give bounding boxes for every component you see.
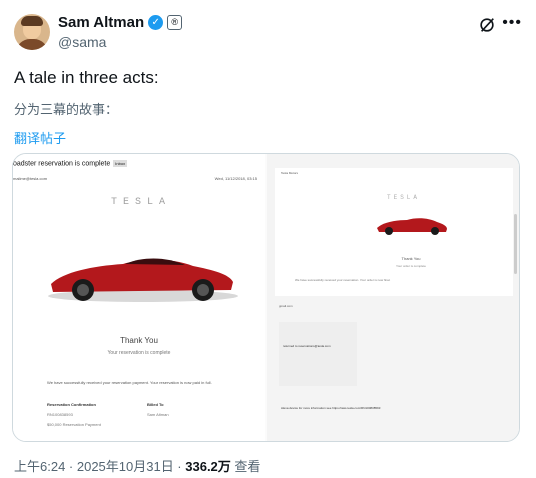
billed-to-name: Sam Altman: [147, 412, 169, 417]
scrollbar: [514, 214, 517, 274]
tesla-logo: TESLA: [387, 194, 421, 201]
reservation-number: RN100838593: [47, 412, 73, 417]
thank-you-heading: Thank You: [401, 256, 421, 261]
tweet-media-image[interactable]: oadster reservation is complete Inbox mai…: [12, 153, 520, 442]
tesla-logo: TESLA: [111, 197, 172, 208]
roadster-car-image: [48, 258, 238, 302]
email-screenshot-left: oadster reservation is complete Inbox mai…: [13, 154, 265, 441]
views-label: 查看: [230, 459, 261, 474]
email-subject: oadster reservation is complete Inbox: [13, 160, 128, 168]
inbox-tag: Inbox: [113, 160, 128, 167]
email-sender: mailme@tesla.com: [13, 176, 48, 181]
post-timestamp[interactable]: 上午6:24 · 2025年10月31日 ·: [14, 459, 185, 474]
email-screenshot-right: Tesla Motors TESLA Thank You Your order …: [267, 154, 519, 441]
more-options-icon[interactable]: •••: [502, 14, 522, 32]
log-line: Alexa device for more information see ht…: [281, 406, 381, 410]
roadster-car-image: [377, 218, 447, 235]
email-sender: Tesla Motors: [281, 171, 299, 175]
email-meta: gmail.com: [279, 304, 293, 308]
reservation-confirmation-heading: Reservation Confirmation: [47, 402, 96, 407]
avatar[interactable]: [14, 14, 50, 50]
verified-check-icon[interactable]: ✓: [148, 15, 164, 30]
forwarded-text: returned to reservations@tesla.com: [283, 344, 331, 348]
tweet-header: Sam Altman ✓ ® @sama •••: [14, 12, 524, 54]
affiliation-badge-icon[interactable]: ®: [167, 15, 183, 30]
thank-you-heading: Thank You: [120, 336, 158, 345]
reservation-payment: $50,000 Reservation Payment: [47, 422, 101, 427]
grok-icon[interactable]: [478, 16, 496, 34]
tweet-footer: 上午6:24 · 2025年10月31日 · 336.2万 查看: [14, 456, 260, 475]
author-name[interactable]: Sam Altman: [58, 14, 144, 31]
thank-you-subtitle: Your order is complete: [396, 264, 426, 268]
tweet-translation: 分为三幕的故事：: [14, 102, 119, 117]
billed-to-heading: Billed To: [147, 402, 164, 407]
translate-post-link[interactable]: 翻译帖子: [14, 128, 66, 147]
thank-you-subtitle: Your reservation is complete: [107, 350, 171, 356]
email-date: Wed, 11/12/2018, 03:15: [214, 176, 257, 181]
author-handle[interactable]: @sama: [58, 34, 106, 50]
email-body-text: We have successfully received your reser…: [47, 380, 212, 385]
email-card: Tesla Motors TESLA Thank You Your order …: [275, 168, 513, 296]
email-body-text: We have successfully received your reser…: [295, 278, 391, 282]
tweet-text: A tale in three acts:: [14, 68, 159, 87]
view-count: 336.2万: [185, 459, 231, 474]
author-name-row: Sam Altman ✓ ®: [58, 14, 183, 31]
forwarded-block: returned to reservations@tesla.com: [279, 322, 357, 386]
